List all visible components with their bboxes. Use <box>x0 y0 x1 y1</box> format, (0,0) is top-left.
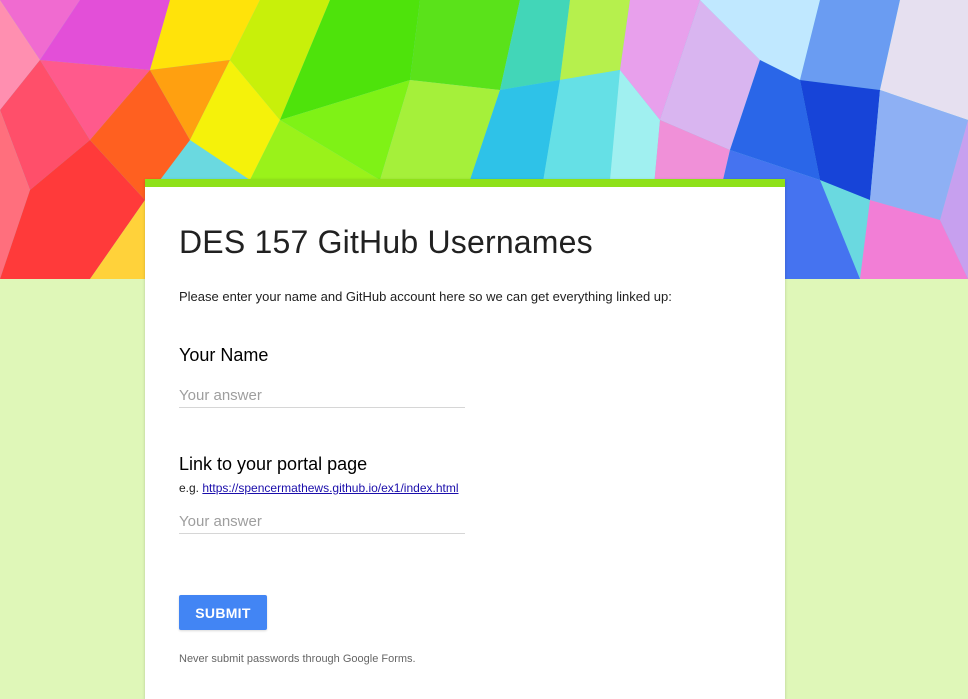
form-accent-bar <box>145 179 785 187</box>
submit-button[interactable]: SUBMIT <box>179 595 267 630</box>
form-title: DES 157 GitHub Usernames <box>179 224 593 260</box>
form-card: DES 157 GitHub Usernames Please enter yo… <box>145 179 785 699</box>
name-answer-input[interactable] <box>179 383 465 408</box>
form-description: Please enter your name and GitHub accoun… <box>179 289 672 304</box>
question-help-text: e.g. https://spencermathews.github.io/ex… <box>179 481 459 495</box>
question-title-name: Your Name <box>179 345 269 365</box>
password-warning-note: Never submit passwords through Google Fo… <box>179 653 416 665</box>
example-portal-link[interactable]: https://spencermathews.github.io/ex1/ind… <box>202 481 458 495</box>
portal-link-answer-input[interactable] <box>179 509 465 534</box>
help-prefix: e.g. <box>179 481 200 495</box>
question-title-portal-link: Link to your portal page <box>179 454 368 474</box>
